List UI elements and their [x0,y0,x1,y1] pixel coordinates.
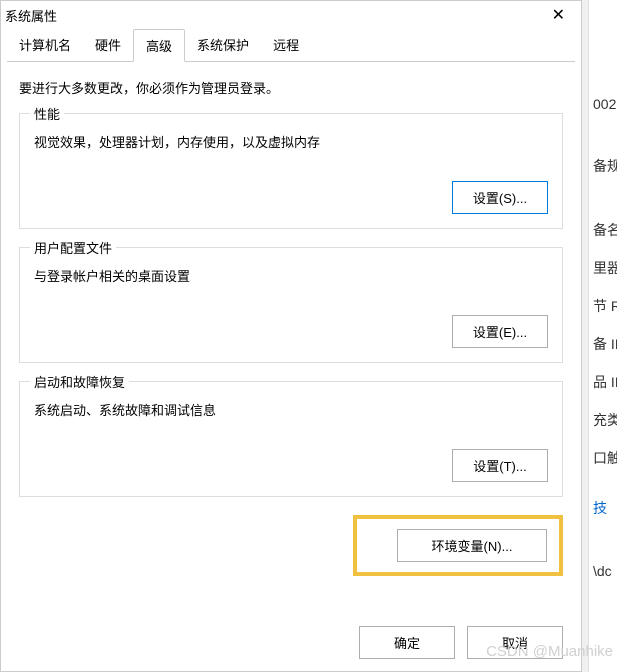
admin-instruction: 要进行大多数更改，你必须作为管理员登录。 [19,78,563,97]
side-text: 节 R [593,296,617,316]
tab-strip: 计算机名 硬件 高级 系统保护 远程 [7,29,575,62]
startup-settings-button[interactable]: 设置(T)... [452,449,548,482]
tab-advanced[interactable]: 高级 [133,29,185,62]
side-text: 备 II [593,334,617,354]
env-vars-row: 环境变量(N)... [19,515,563,576]
system-properties-dialog: 系统属性 ✕ 计算机名 硬件 高级 系统保护 远程 要进行大多数更改，你必须作为… [0,0,582,672]
cancel-button[interactable]: 取消 [467,626,563,659]
side-link[interactable]: 技 [593,498,607,518]
side-text: 0020 [593,96,617,112]
window-title: 系统属性 [5,6,57,25]
env-vars-highlight: 环境变量(N)... [353,515,563,576]
user-profiles-desc: 与登录帐户相关的桌面设置 [34,266,548,285]
ok-button[interactable]: 确定 [359,626,455,659]
dialog-footer: 确定 取消 [359,626,563,659]
background-settings-panel: 0020 备规 备名 里器 节 R 备 II 品 II 充类 口触 技 \dc [588,0,617,672]
startup-desc: 系统启动、系统故障和调试信息 [34,400,548,419]
user-profiles-group: 用户配置文件 与登录帐户相关的桌面设置 设置(E)... [19,247,563,363]
side-text: 备规 [593,156,617,176]
user-profiles-settings-button[interactable]: 设置(E)... [452,315,548,348]
performance-group: 性能 视觉效果，处理器计划，内存使用，以及虚拟内存 设置(S)... [19,113,563,229]
tab-computer-name[interactable]: 计算机名 [7,29,83,61]
performance-desc: 视觉效果，处理器计划，内存使用，以及虚拟内存 [34,132,548,151]
side-text: \dc [593,563,612,579]
tab-hardware[interactable]: 硬件 [83,29,133,61]
startup-title: 启动和故障恢复 [30,372,129,391]
side-text: 里器 [593,258,617,278]
user-profiles-title: 用户配置文件 [30,238,116,257]
tab-content: 要进行大多数更改，你必须作为管理员登录。 性能 视觉效果，处理器计划，内存使用，… [1,62,581,666]
side-text: 充类 [593,410,617,430]
environment-variables-button[interactable]: 环境变量(N)... [397,529,547,562]
performance-title: 性能 [30,104,64,123]
tab-system-protection[interactable]: 系统保护 [185,29,261,61]
tab-remote[interactable]: 远程 [261,29,311,61]
side-text: 品 II [593,372,617,392]
close-icon[interactable]: ✕ [544,5,573,25]
side-text: 口触 [593,448,617,468]
titlebar: 系统属性 ✕ [1,1,581,29]
performance-settings-button[interactable]: 设置(S)... [452,181,548,214]
startup-recovery-group: 启动和故障恢复 系统启动、系统故障和调试信息 设置(T)... [19,381,563,497]
side-text: 备名 [593,220,617,240]
